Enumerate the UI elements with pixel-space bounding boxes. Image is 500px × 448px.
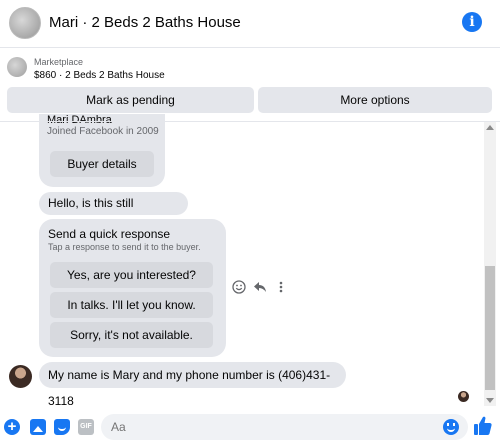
message-input[interactable] xyxy=(101,414,468,440)
scroll-up-arrow-icon[interactable] xyxy=(486,125,494,130)
listing-divider xyxy=(0,121,500,122)
quick-response-option[interactable]: In talks. I'll let you know. xyxy=(50,292,213,318)
photo-icon[interactable] xyxy=(30,419,46,435)
quick-response-option[interactable]: Yes, are you interested? xyxy=(50,262,213,288)
like-icon[interactable] xyxy=(474,416,492,436)
buyer-joined-date: Joined Facebook in 2009 xyxy=(47,126,159,137)
gif-icon[interactable]: GIF xyxy=(78,419,94,435)
buyer-name: Mari DAmbra xyxy=(47,114,112,126)
info-icon[interactable]: i xyxy=(462,12,482,32)
conversation-header: Mari · 2 Beds 2 Baths House i xyxy=(0,0,500,48)
message-composer: + GIF xyxy=(0,406,500,448)
emoji-icon[interactable] xyxy=(443,419,459,435)
buyer-card: Mari DAmbra Joined Facebook in 2009 Buye… xyxy=(39,112,165,187)
listing-avatar[interactable] xyxy=(9,7,41,39)
quick-response-title: Send a quick response xyxy=(48,227,171,241)
seen-indicator-avatar xyxy=(458,391,469,402)
sticker-icon[interactable] xyxy=(54,419,70,435)
listing-price-title-overlay[interactable]: $860 · 2 Beds 2 Baths House xyxy=(34,70,165,81)
reply-icon[interactable] xyxy=(252,280,268,296)
quick-response-card: Send a quick response Tap a response to … xyxy=(39,219,226,357)
buyer-details-button[interactable]: Buyer details xyxy=(50,151,154,177)
more-vertical-icon[interactable] xyxy=(273,280,289,296)
smiley-icon[interactable] xyxy=(231,280,247,296)
listing-source-overlay: Marketplace xyxy=(34,57,84,67)
plus-icon[interactable]: + xyxy=(4,419,20,435)
mark-as-pending-button-overlay[interactable]: Mark as pending xyxy=(7,87,254,113)
scrollbar-thumb[interactable] xyxy=(485,266,495,390)
quick-response-option[interactable]: Sorry, it's not available. xyxy=(50,322,213,348)
listing-thumbnail-overlay[interactable] xyxy=(7,57,27,77)
message-hello[interactable]: Hello, is this still available? xyxy=(39,192,188,233)
conversation-title[interactable]: Mari · 2 Beds 2 Baths House xyxy=(49,14,241,31)
more-options-button-overlay[interactable]: More options xyxy=(258,87,492,113)
scroll-down-arrow-icon[interactable] xyxy=(486,398,494,403)
quick-response-subtitle: Tap a response to send it to the buyer. xyxy=(48,242,201,252)
sender-avatar[interactable] xyxy=(9,365,32,388)
message-phone[interactable]: My name is Mary and my phone number is (… xyxy=(39,362,346,408)
